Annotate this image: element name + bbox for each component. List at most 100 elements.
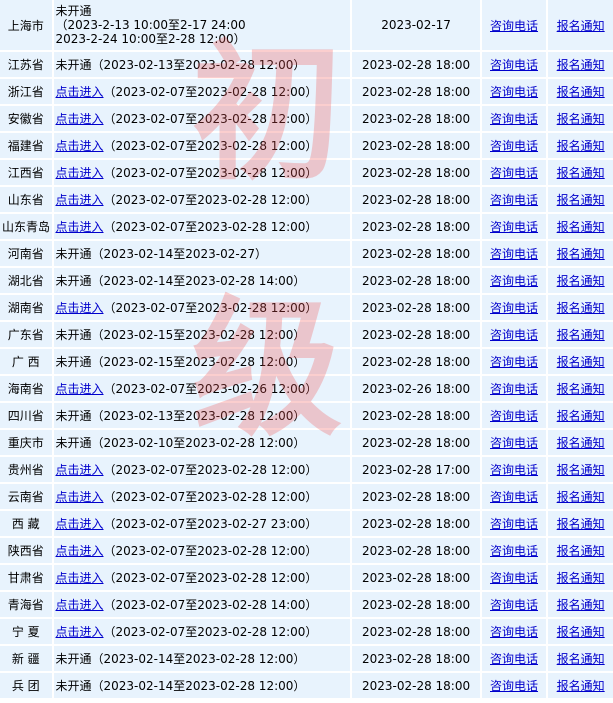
deadline-cell: 2023-02-28 18:00 [352, 79, 480, 104]
consult-phone-link[interactable]: 咨询电话 [490, 517, 538, 531]
notice-cell: 报名通知 [548, 457, 613, 482]
registration-notice-link[interactable]: 报名通知 [557, 301, 605, 315]
consult-phone-link[interactable]: 咨询电话 [490, 220, 538, 234]
consult-phone-link[interactable]: 咨询电话 [490, 652, 538, 666]
enter-link[interactable]: 点击进入 [56, 112, 104, 126]
status-cell: 未开通（2023-02-14至2023-02-28 12:00） [53, 646, 351, 671]
consult-cell: 咨询电话 [481, 133, 547, 158]
enter-link[interactable]: 点击进入 [56, 139, 104, 153]
consult-phone-link[interactable]: 咨询电话 [490, 301, 538, 315]
registration-notice-link[interactable]: 报名通知 [557, 490, 605, 504]
table-row: 云南省 点击进入（2023-02-07至2023-02-28 12:00） 2023… [0, 484, 613, 509]
enter-link[interactable]: 点击进入 [56, 598, 104, 612]
consult-phone-link[interactable]: 咨询电话 [490, 193, 538, 207]
enter-link[interactable]: 点击进入 [56, 463, 104, 477]
consult-phone-link[interactable]: 咨询电话 [490, 247, 538, 261]
date-range-text: （2023-02-07至2023-02-28 12:00） [103, 544, 318, 558]
enter-link[interactable]: 点击进入 [56, 301, 104, 315]
province-cell: 四川省 [0, 403, 52, 428]
consult-phone-link[interactable]: 咨询电话 [490, 139, 538, 153]
registration-notice-link[interactable]: 报名通知 [557, 58, 605, 72]
enter-link[interactable]: 点击进入 [56, 85, 104, 99]
registration-notice-link[interactable]: 报名通知 [557, 328, 605, 342]
table-row: 浙江省 点击进入（2023-02-07至2023-02-28 12:00） 2023… [0, 79, 613, 104]
consult-phone-link[interactable]: 咨询电话 [490, 166, 538, 180]
consult-cell: 咨询电话 [481, 214, 547, 239]
consult-phone-link[interactable]: 咨询电话 [490, 355, 538, 369]
province-cell: 广东省 [0, 322, 52, 347]
deadline-cell: 2023-02-28 18:00 [352, 484, 480, 509]
deadline-cell: 2023-02-28 18:00 [352, 214, 480, 239]
enter-link[interactable]: 点击进入 [56, 544, 104, 558]
consult-phone-link[interactable]: 咨询电话 [490, 409, 538, 423]
registration-notice-link[interactable]: 报名通知 [557, 409, 605, 423]
enter-link[interactable]: 点击进入 [56, 382, 104, 396]
consult-phone-link[interactable]: 咨询电话 [490, 328, 538, 342]
enter-link[interactable]: 点击进入 [56, 193, 104, 207]
registration-notice-link[interactable]: 报名通知 [557, 571, 605, 585]
deadline-cell: 2023-02-28 17:00 [352, 457, 480, 482]
enter-link[interactable]: 点击进入 [56, 166, 104, 180]
notice-cell: 报名通知 [548, 214, 613, 239]
consult-phone-link[interactable]: 咨询电话 [490, 19, 538, 33]
consult-phone-link[interactable]: 咨询电话 [490, 571, 538, 585]
consult-cell: 咨询电话 [481, 241, 547, 266]
date-range-text: （2023-02-07至2023-02-26 12:00） [103, 382, 318, 396]
registration-notice-link[interactable]: 报名通知 [557, 274, 605, 288]
consult-phone-link[interactable]: 咨询电话 [490, 679, 538, 693]
notice-cell: 报名通知 [548, 484, 613, 509]
registration-notice-link[interactable]: 报名通知 [557, 652, 605, 666]
date-range-text: （2023-2-13 10:00至2-17 24:00 [55, 18, 246, 32]
province-cell: 河南省 [0, 241, 52, 266]
registration-notice-link[interactable]: 报名通知 [557, 85, 605, 99]
enter-link[interactable]: 点击进入 [56, 517, 104, 531]
deadline-cell: 2023-02-28 18:00 [352, 430, 480, 455]
consult-phone-link[interactable]: 咨询电话 [490, 112, 538, 126]
deadline-cell: 2023-02-17 [352, 0, 480, 50]
enter-link[interactable]: 点击进入 [56, 490, 104, 504]
consult-phone-link[interactable]: 咨询电话 [490, 544, 538, 558]
registration-notice-link[interactable]: 报名通知 [557, 193, 605, 207]
consult-cell: 咨询电话 [481, 322, 547, 347]
date-range-text: （2023-02-14至2023-02-27） [91, 247, 267, 261]
registration-notice-link[interactable]: 报名通知 [557, 382, 605, 396]
consult-phone-link[interactable]: 咨询电话 [490, 85, 538, 99]
registration-notice-link[interactable]: 报名通知 [557, 139, 605, 153]
registration-notice-link[interactable]: 报名通知 [557, 544, 605, 558]
consult-phone-link[interactable]: 咨询电话 [490, 274, 538, 288]
province-cell: 西 藏 [0, 511, 52, 536]
consult-cell: 咨询电话 [481, 538, 547, 563]
registration-notice-link[interactable]: 报名通知 [557, 463, 605, 477]
enter-link[interactable]: 点击进入 [56, 571, 104, 585]
status-cell: 点击进入（2023-02-07至2023-02-28 12:00） [53, 538, 351, 563]
consult-phone-link[interactable]: 咨询电话 [490, 463, 538, 477]
registration-notice-link[interactable]: 报名通知 [557, 247, 605, 261]
registration-notice-link[interactable]: 报名通知 [557, 19, 605, 33]
table-row: 新 疆未开通（2023-02-14至2023-02-28 12:00） 2023-… [0, 646, 613, 671]
registration-notice-link[interactable]: 报名通知 [557, 355, 605, 369]
enter-link[interactable]: 点击进入 [56, 220, 104, 234]
deadline-cell: 2023-02-28 18:00 [352, 322, 480, 347]
consult-cell: 咨询电话 [481, 52, 547, 77]
status-cell: 点击进入（2023-02-07至2023-02-28 12:00） [53, 133, 351, 158]
registration-notice-link[interactable]: 报名通知 [557, 625, 605, 639]
consult-phone-link[interactable]: 咨询电话 [490, 598, 538, 612]
consult-cell: 咨询电话 [481, 457, 547, 482]
consult-phone-link[interactable]: 咨询电话 [490, 490, 538, 504]
consult-phone-link[interactable]: 咨询电话 [490, 436, 538, 450]
registration-notice-link[interactable]: 报名通知 [557, 220, 605, 234]
deadline-cell: 2023-02-28 18:00 [352, 646, 480, 671]
date-range-text: （2023-02-13至2023-02-28 12:00） [91, 58, 306, 72]
registration-notice-link[interactable]: 报名通知 [557, 436, 605, 450]
registration-notice-link[interactable]: 报名通知 [557, 679, 605, 693]
consult-phone-link[interactable]: 咨询电话 [490, 382, 538, 396]
date-range-text: （2023-02-14至2023-02-28 12:00） [91, 679, 306, 693]
registration-notice-link[interactable]: 报名通知 [557, 517, 605, 531]
consult-phone-link[interactable]: 咨询电话 [490, 625, 538, 639]
province-cell: 广 西 [0, 349, 52, 374]
registration-notice-link[interactable]: 报名通知 [557, 112, 605, 126]
consult-phone-link[interactable]: 咨询电话 [490, 58, 538, 72]
enter-link[interactable]: 点击进入 [56, 625, 104, 639]
registration-notice-link[interactable]: 报名通知 [557, 166, 605, 180]
registration-notice-link[interactable]: 报名通知 [557, 598, 605, 612]
